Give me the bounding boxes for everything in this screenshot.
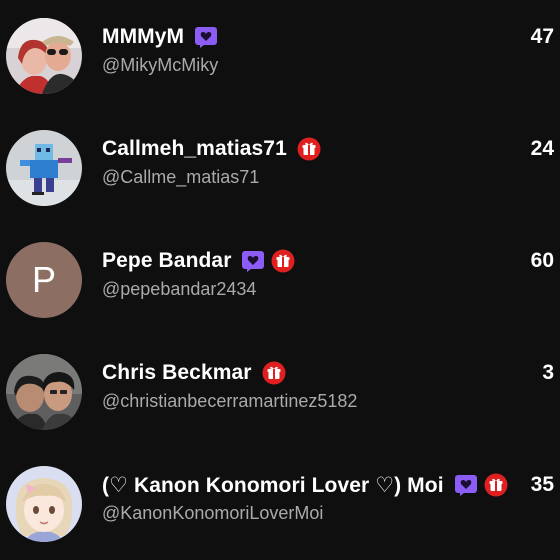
name-line: Chris Beckmar xyxy=(102,358,286,388)
user-count: 24 xyxy=(530,137,554,160)
member-heart-badge-icon xyxy=(241,249,265,273)
list-item[interactable]: (♡ Kanon Konomori Lover ♡) Moi @KanonKon… xyxy=(0,456,560,556)
name-line: (♡ Kanon Konomori Lover ♡) Moi xyxy=(102,470,508,500)
list-item[interactable]: Callmeh_matias71 @Callme_matias71 24 xyxy=(0,120,560,220)
user-count: 47 xyxy=(530,25,554,48)
user-count: 60 xyxy=(530,249,554,272)
avatar-letter-text: P xyxy=(32,259,56,300)
gift-badge-icon xyxy=(262,361,286,385)
user-handle: @pepebandar2434 xyxy=(102,279,257,299)
display-name[interactable]: MMMyM xyxy=(102,25,184,49)
name-line: Pepe Bandar xyxy=(102,246,295,276)
name-line: Callmeh_matias71 xyxy=(102,134,321,164)
user-count: 35 xyxy=(530,473,554,496)
user-handle: @KanonKonomoriLoverMoi xyxy=(102,503,324,523)
avatar-letter[interactable]: P xyxy=(6,242,82,318)
display-name[interactable]: Callmeh_matias71 xyxy=(102,137,287,161)
display-name[interactable]: (♡ Kanon Konomori Lover ♡) Moi xyxy=(102,473,444,498)
list-item[interactable]: MMMyM @MikyMcMiky 47 xyxy=(0,8,560,108)
user-handle: @MikyMcMiky xyxy=(102,55,219,75)
user-handle: @christianbecerramartinez5182 xyxy=(102,391,358,411)
user-list: MMMyM @MikyMcMiky 47 Callmeh_matias71 @C… xyxy=(0,0,560,560)
display-name[interactable]: Chris Beckmar xyxy=(102,361,252,385)
list-item[interactable]: P Pepe Bandar @pepebandar2434 60 xyxy=(0,232,560,332)
list-item[interactable]: Chris Beckmar @christianbecerramartinez5… xyxy=(0,344,560,444)
avatar[interactable] xyxy=(6,130,82,206)
gift-badge-icon xyxy=(484,473,508,497)
gift-badge-icon xyxy=(297,137,321,161)
name-line: MMMyM xyxy=(102,22,218,52)
avatar[interactable] xyxy=(6,354,82,430)
user-handle: @Callme_matias71 xyxy=(102,167,260,187)
avatar[interactable] xyxy=(6,18,82,94)
member-heart-badge-icon xyxy=(454,473,478,497)
avatar[interactable] xyxy=(6,466,82,542)
display-name[interactable]: Pepe Bandar xyxy=(102,249,231,273)
user-count: 3 xyxy=(542,361,554,384)
member-heart-badge-icon xyxy=(194,25,218,49)
gift-badge-icon xyxy=(271,249,295,273)
